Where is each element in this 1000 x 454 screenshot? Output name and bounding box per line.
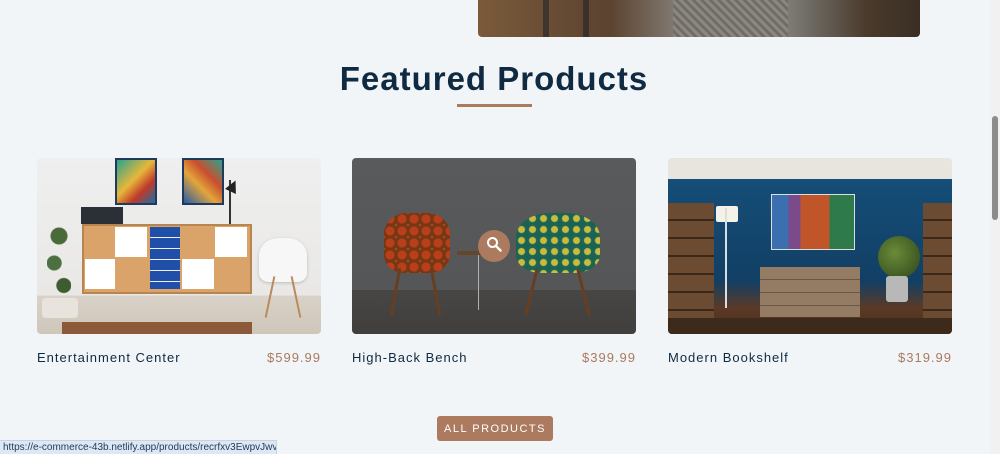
scrollbar-thumb[interactable]	[992, 116, 998, 220]
all-products-button[interactable]: ALL PRODUCTS	[437, 416, 553, 441]
product-price: $319.99	[898, 350, 952, 365]
scrollbar[interactable]	[990, 0, 1000, 454]
product-price: $599.99	[267, 350, 321, 365]
product-name: Modern Bookshelf	[668, 350, 789, 365]
product-card[interactable]: High-Back Bench $399.99	[352, 158, 636, 365]
hero-image	[478, 0, 920, 37]
product-price: $399.99	[582, 350, 636, 365]
product-card[interactable]: Modern Bookshelf $319.99	[668, 158, 952, 365]
product-card[interactable]: Entertainment Center $599.99	[37, 158, 321, 365]
product-name: Entertainment Center	[37, 350, 181, 365]
product-image[interactable]	[668, 158, 952, 334]
view-product-button[interactable]	[478, 230, 510, 262]
search-icon	[486, 236, 502, 257]
product-image[interactable]	[37, 158, 321, 334]
product-image[interactable]	[352, 158, 636, 334]
status-bar-url: https://e-commerce-43b.netlify.app/produ…	[0, 440, 277, 454]
product-name: High-Back Bench	[352, 350, 468, 365]
section-title: Featured Products	[339, 60, 649, 97]
title-underline	[457, 104, 532, 107]
